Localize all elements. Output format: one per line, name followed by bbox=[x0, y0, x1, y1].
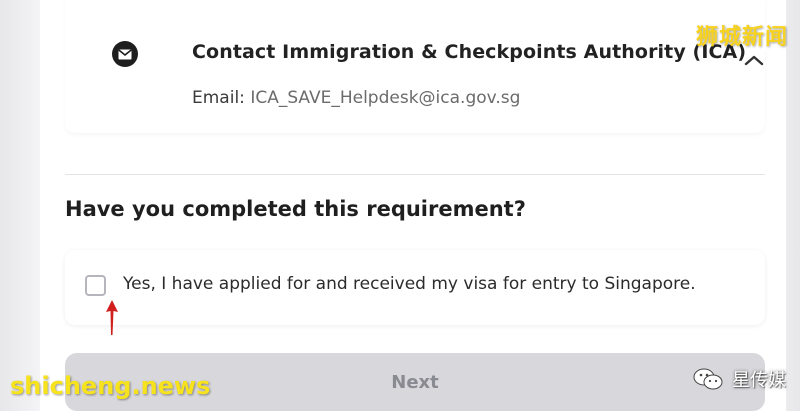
backdrop-left bbox=[0, 0, 40, 411]
watermark-bottom-left: shicheng.news bbox=[10, 372, 211, 400]
section-divider bbox=[65, 174, 765, 175]
watermark-bottom-right-text: 星传媒 bbox=[732, 370, 786, 391]
email-label: Email: bbox=[192, 88, 245, 108]
page: Contact Immigration & Checkpoints Author… bbox=[0, 0, 800, 411]
email-value[interactable]: ICA_SAVE_Helpdesk@ica.gov.sg bbox=[250, 88, 520, 108]
visa-checkbox[interactable] bbox=[85, 275, 106, 296]
visa-checkbox-label[interactable]: Yes, I have applied for and received my … bbox=[123, 274, 696, 294]
visa-option-card[interactable]: Yes, I have applied for and received my … bbox=[65, 250, 765, 325]
chevron-up-icon[interactable] bbox=[743, 52, 765, 66]
annotation-arrow-icon bbox=[106, 300, 118, 335]
email-line: Email: ICA_SAVE_Helpdesk@ica.gov.sg bbox=[192, 88, 520, 108]
contact-title: Contact Immigration & Checkpoints Author… bbox=[192, 41, 747, 63]
mail-icon bbox=[112, 41, 138, 67]
form-panel: Contact Immigration & Checkpoints Author… bbox=[40, 0, 786, 411]
requirement-question: Have you completed this requirement? bbox=[65, 197, 526, 221]
contact-card[interactable]: Contact Immigration & Checkpoints Author… bbox=[65, 0, 765, 133]
watermark-bottom-right: 星传媒 bbox=[692, 366, 786, 392]
watermark-top-right: 狮城新闻 bbox=[695, 25, 788, 50]
next-button-label: Next bbox=[391, 371, 439, 393]
wechat-icon bbox=[693, 368, 723, 390]
